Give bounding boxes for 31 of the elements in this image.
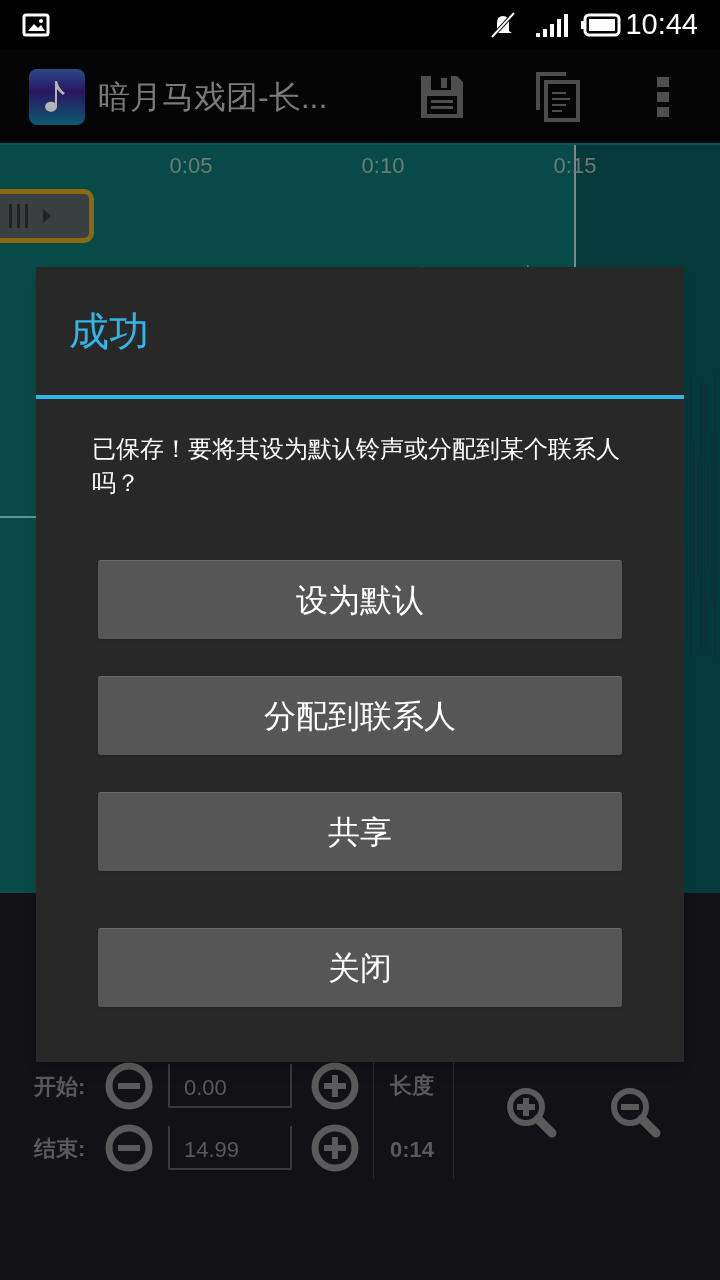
image-notification-icon: [22, 13, 50, 37]
length-value: 0:14: [390, 1136, 435, 1164]
dialog-button[interactable]: 共享: [98, 792, 622, 871]
minus-icon: [105, 1062, 153, 1110]
length-label: 长度: [390, 1072, 434, 1100]
increase-button[interactable]: [310, 1123, 360, 1173]
signal-icon: [535, 12, 570, 38]
decrease-button[interactable]: [104, 1123, 154, 1173]
app-icon: [29, 68, 85, 125]
dialog-title: 成功: [69, 308, 149, 355]
silent-bell-icon: [489, 11, 518, 39]
close-button[interactable]: 关闭: [98, 928, 622, 1007]
increase-button[interactable]: [310, 1061, 360, 1111]
dialog-button[interactable]: 设为默认: [98, 560, 622, 639]
field-label: 结束:: [34, 1134, 87, 1163]
documents-icon: [536, 71, 580, 122]
plus-icon: [311, 1062, 359, 1110]
app-title: 暗月马戏团-长...: [98, 77, 328, 117]
field-label: 开始:: [34, 1072, 87, 1101]
dialog-button[interactable]: 分配到联系人: [98, 676, 622, 755]
dialog-message: 已保存！要将其设为默认铃声或分配到某个联系人吗？: [92, 434, 621, 498]
more-icon: [657, 76, 669, 117]
minus-icon: [105, 1124, 153, 1172]
grip-arrow-icon: [9, 204, 53, 228]
plus-icon: [311, 1124, 359, 1172]
timeline-label: 0:05: [169, 152, 213, 180]
timeline-label: 0:10: [361, 152, 405, 180]
decrease-button[interactable]: [104, 1061, 154, 1111]
status-time: 10:44: [625, 7, 698, 43]
battery-icon: [581, 13, 622, 37]
start-marker-handle[interactable]: [0, 189, 94, 243]
